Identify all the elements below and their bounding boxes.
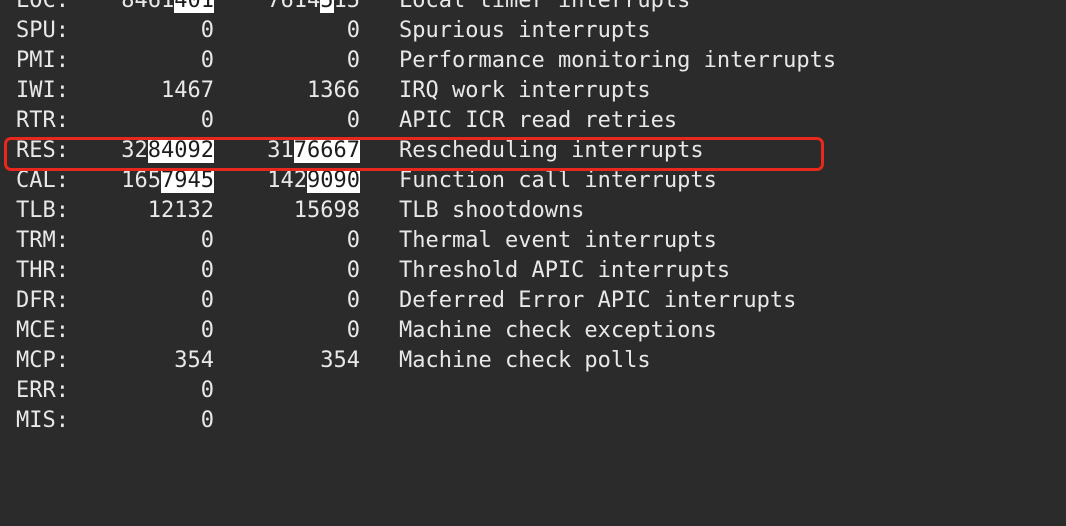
interrupt-row-tlb: TLB: 12132 15698 TLB shootdowns (0, 196, 1066, 226)
cpu0-count: 0 (200, 288, 214, 313)
cpu1-count: 0 (346, 108, 360, 133)
cpu1-count-plain: 7614 (267, 0, 321, 13)
irq-name: IWI: (16, 78, 69, 103)
irq-name: RTR: (16, 108, 69, 133)
cpu1-count-highlighted: 9090 (307, 168, 360, 193)
cpu0-count: 0 (200, 108, 214, 133)
cpu1-count: 7614515 (230, 0, 360, 16)
interrupt-row-rtr: RTR: 0 0 APIC ICR read retries (0, 106, 1066, 136)
cpu0-count: 0 (200, 258, 214, 283)
cpu1-count: 0 (346, 228, 360, 253)
cpu1-count-plain-end: 15 (333, 0, 361, 13)
cpu1-count: 354 (320, 348, 360, 373)
cpu1-count-highlighted: 5 (320, 0, 334, 13)
interrupt-row-loc: LOC: 8461401 7614515 Local timer interru… (0, 0, 1066, 16)
cpu0-count: 0 (200, 378, 214, 403)
irq-description: Machine check polls (399, 348, 651, 373)
irq-name: MCP: (16, 348, 69, 373)
interrupt-row-trm: TRM: 0 0 Thermal event interrupts (0, 226, 1066, 256)
cpu0-count: 354 (174, 348, 214, 373)
irq-description: IRQ work interrupts (399, 78, 651, 103)
irq-name: THR: (16, 258, 69, 283)
cpu1-count: 0 (346, 48, 360, 73)
interrupt-row-spu: SPU: 0 0 Spurious interrupts (0, 16, 1066, 46)
interrupt-row-thr: THR: 0 0 Threshold APIC interrupts (0, 256, 1066, 286)
cpu1-count: 0 (346, 288, 360, 313)
cpu1-count: 0 (346, 18, 360, 43)
irq-name: MCE: (16, 318, 69, 343)
irq-description: Spurious interrupts (399, 18, 651, 43)
irq-name: ERR: (16, 378, 69, 403)
cpu0-count: 0 (200, 228, 214, 253)
cpu1-count-plain: 142 (267, 168, 308, 193)
irq-name: TLB: (16, 198, 69, 223)
cpu0-count: 8461401 (86, 0, 214, 16)
irq-description: Local timer interrupts (399, 0, 691, 13)
cpu0-count: 0 (200, 18, 214, 43)
irq-description: TLB shootdowns (399, 198, 585, 223)
irq-description: Machine check exceptions (399, 318, 717, 343)
irq-description: Thermal event interrupts (399, 228, 717, 253)
irq-description: Threshold APIC interrupts (399, 258, 731, 283)
interrupt-row-dfr: DFR: 0 0 Deferred Error APIC interrupts (0, 286, 1066, 316)
red-highlight-box (4, 137, 824, 171)
cpu0-count: 0 (200, 48, 214, 73)
irq-name: DFR: (16, 288, 69, 313)
cpu1-count: 15698 (293, 198, 360, 223)
interrupt-row-iwi: IWI: 1467 1366 IRQ work interrupts (0, 76, 1066, 106)
cpu0-count-highlighted: 7945 (161, 168, 214, 193)
cpu0-count-plain: 165 (121, 168, 162, 193)
cpu0-count-plain: 8461 (121, 0, 175, 13)
cpu1-count: 0 (346, 318, 360, 343)
cpu0-count: 12132 (147, 198, 214, 223)
interrupt-row-mce: MCE: 0 0 Machine check exceptions (0, 316, 1066, 346)
interrupt-row-mis: MIS: 0 (0, 406, 1066, 436)
terminal-output: LOC: 8461401 7614515 Local timer interru… (0, 0, 1066, 436)
interrupt-row-err: ERR: 0 (0, 376, 1066, 406)
irq-description: APIC ICR read retries (399, 108, 678, 133)
cpu1-count: 1366 (307, 78, 360, 103)
irq-name: MIS: (16, 408, 69, 433)
cpu0-count: 1467 (161, 78, 214, 103)
cpu1-count: 0 (346, 258, 360, 283)
interrupt-row-mcp: MCP: 354 354 Machine check polls (0, 346, 1066, 376)
cpu0-count-highlighted: 401 (174, 0, 214, 13)
cpu0-count: 0 (200, 408, 214, 433)
irq-name: SPU: (16, 18, 69, 43)
irq-name: TRM: (16, 228, 69, 253)
interrupt-row-pmi: PMI: 0 0 Performance monitoring interrup… (0, 46, 1066, 76)
irq-description: Deferred Error APIC interrupts (399, 288, 797, 313)
irq-name: PMI: (16, 48, 69, 73)
cpu0-count: 0 (200, 318, 214, 343)
irq-description: Performance monitoring interrupts (399, 48, 837, 73)
irq-name: LOC: (16, 0, 69, 13)
